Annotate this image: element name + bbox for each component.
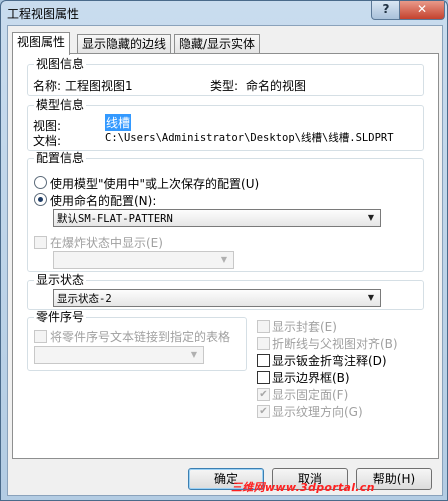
view-name-value: 工程图视图1 [65, 79, 133, 93]
option-label-break-align: 折断线与父视图对齐(B) [272, 337, 398, 351]
dialog-window: 工程视图属性 ? ✕ 视图属性 显示隐藏的边线 隐藏/显示实体 视图信息 名称:… [0, 0, 448, 501]
view-type-label: 类型: [210, 79, 239, 93]
balloon-table-dropdown[interactable]: ▼ [34, 346, 204, 364]
tab-hidden-edges[interactable]: 显示隐藏的边线 [77, 34, 172, 54]
radio-in-use-config[interactable] [34, 176, 47, 189]
chevron-down-icon: ▼ [367, 293, 375, 302]
exploded-label: 在爆炸状态中显示(E) [50, 236, 163, 250]
chevron-down-icon: ▼ [190, 350, 198, 359]
option-checkbox-grain[interactable]: ✔ [257, 405, 270, 418]
option-label-grain: 显示纹理方向(G) [272, 405, 363, 419]
option-label-envelope: 显示封套(E) [272, 320, 337, 334]
balloon-link-checkbox[interactable] [34, 330, 47, 343]
option-label-fixed-face: 显示固定面(F) [272, 388, 349, 402]
view-info-legend: 视图信息 [36, 57, 85, 71]
tab-view-properties[interactable]: 视图属性 [12, 32, 71, 55]
tab-hide-show-bodies[interactable]: 隐藏/显示实体 [174, 34, 261, 54]
model-info-legend: 模型信息 [36, 98, 85, 112]
model-doc-path: C:\Users\Administrator\Desktop\线槽\线槽.SLD… [105, 132, 394, 144]
model-view-value[interactable]: 线槽 [105, 114, 132, 131]
view-type-value: 命名的视图 [246, 79, 307, 93]
chevron-down-icon: ▼ [220, 255, 228, 264]
view-name-label: 名称: [33, 79, 62, 93]
option-checkbox-break-align[interactable] [257, 337, 270, 350]
option-checkbox-bend-notes[interactable] [257, 354, 270, 367]
named-config-value: 默认SM-FLAT-PATTERN [57, 213, 173, 225]
chevron-down-icon: ▼ [367, 213, 375, 222]
balloon-legend: 零件序号 [36, 310, 85, 324]
config-info-legend: 配置信息 [36, 151, 85, 165]
model-doc-label: 文档: [33, 134, 62, 148]
radio-named-label[interactable]: 使用命名的配置(N): [50, 192, 156, 209]
named-config-dropdown[interactable]: 默认SM-FLAT-PATTERN ▼ [53, 209, 381, 227]
dialog-client: 视图属性 显示隐藏的边线 隐藏/显示实体 视图信息 名称: 工程图视图1 类型:… [7, 25, 443, 496]
close-button[interactable]: ✕ [399, 1, 445, 20]
balloon-link-label: 将零件序号文本链接到指定的表格 [50, 330, 231, 344]
tab-panel: 视图信息 名称: 工程图视图1 类型: 命名的视图 模型信息 视图: 线槽 文档… [12, 53, 439, 459]
option-checkbox-fixed-face[interactable]: ✔ [257, 388, 270, 401]
site-watermark: 三维网www.3dportal.cn [231, 481, 375, 494]
display-state-value: 显示状态-2 [57, 293, 112, 305]
display-state-dropdown[interactable]: 显示状态-2 ▼ [53, 289, 381, 307]
option-checkbox-envelope[interactable] [257, 320, 270, 333]
display-state-legend: 显示状态 [36, 273, 85, 287]
help-title-button[interactable]: ? [371, 1, 401, 20]
title-bar[interactable]: 工程视图属性 ? ✕ [1, 1, 447, 25]
exploded-checkbox[interactable] [34, 236, 47, 249]
exploded-dropdown[interactable]: ▼ [53, 251, 234, 269]
checkmark-icon: ✔ [259, 406, 268, 417]
radio-in-use-label[interactable]: 使用模型"使用中"或上次保存的配置(U) [50, 175, 259, 192]
window-title: 工程视图属性 [7, 7, 80, 21]
checkmark-icon: ✔ [259, 389, 268, 400]
option-checkbox-bounding-box[interactable] [257, 371, 270, 384]
radio-named-config[interactable] [34, 193, 47, 206]
option-label-bend-notes: 显示钣金折弯注释(D) [272, 354, 387, 368]
option-label-bounding-box: 显示边界框(B) [272, 371, 350, 385]
